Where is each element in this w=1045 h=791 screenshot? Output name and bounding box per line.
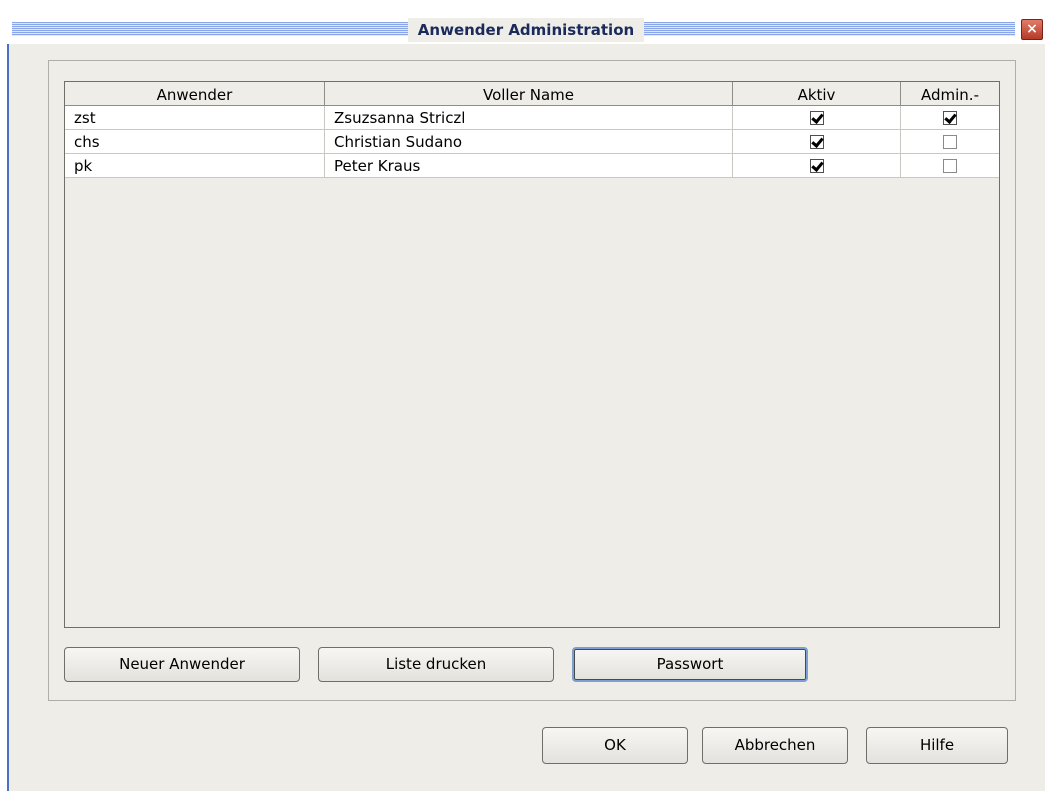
- cell-admin[interactable]: [901, 106, 999, 130]
- column-header-admin-rights[interactable]: Admin.-rechte: [901, 82, 999, 130]
- cancel-button[interactable]: Abbrechen: [702, 727, 848, 764]
- cell-full-name[interactable]: Zsuzsanna Striczl: [325, 106, 733, 130]
- active-checkbox[interactable]: [809, 158, 824, 173]
- admin-checkbox[interactable]: [943, 158, 957, 173]
- cell-user[interactable]: pk: [65, 154, 325, 178]
- active-checkbox[interactable]: [809, 134, 824, 149]
- cell-user[interactable]: zst: [65, 106, 325, 130]
- ok-button[interactable]: OK: [542, 727, 688, 764]
- table-row[interactable]: chs Christian Sudano: [65, 130, 999, 154]
- cell-admin[interactable]: [901, 154, 999, 178]
- column-header-user[interactable]: Anwender: [65, 82, 325, 106]
- password-button[interactable]: Passwort: [572, 647, 808, 682]
- cell-active[interactable]: [733, 106, 901, 130]
- column-header-full-name[interactable]: Voller Name: [325, 82, 733, 106]
- table-body: zst Zsuzsanna Striczl chs Christian Suda…: [65, 106, 999, 178]
- admin-checkbox[interactable]: [943, 110, 957, 125]
- dialog-window: Anwender Administration × Anwender Volle…: [0, 0, 1045, 791]
- title-bar[interactable]: Anwender Administration ×: [0, 0, 1045, 44]
- cell-user[interactable]: chs: [65, 130, 325, 154]
- cell-full-name[interactable]: Peter Kraus: [325, 154, 733, 178]
- column-header-active[interactable]: Aktiv: [733, 82, 901, 106]
- close-icon[interactable]: ×: [1021, 19, 1043, 40]
- table-header: Anwender Voller Name Aktiv Admin.-rechte: [65, 82, 999, 130]
- table-row[interactable]: pk Peter Kraus: [65, 154, 999, 178]
- table-row[interactable]: zst Zsuzsanna Striczl: [65, 106, 999, 130]
- help-button[interactable]: Hilfe: [866, 727, 1008, 764]
- new-user-button[interactable]: Neuer Anwender: [64, 647, 300, 682]
- window-border: [0, 44, 9, 791]
- cell-active[interactable]: [733, 130, 901, 154]
- print-list-button[interactable]: Liste drucken: [318, 647, 554, 682]
- active-checkbox[interactable]: [809, 110, 824, 125]
- cell-active[interactable]: [733, 154, 901, 178]
- users-table[interactable]: Anwender Voller Name Aktiv Admin.-rechte…: [64, 81, 1000, 628]
- cell-admin[interactable]: [901, 130, 999, 154]
- cell-full-name[interactable]: Christian Sudano: [325, 130, 733, 154]
- window-title: Anwender Administration: [408, 18, 644, 42]
- admin-checkbox[interactable]: [943, 134, 957, 149]
